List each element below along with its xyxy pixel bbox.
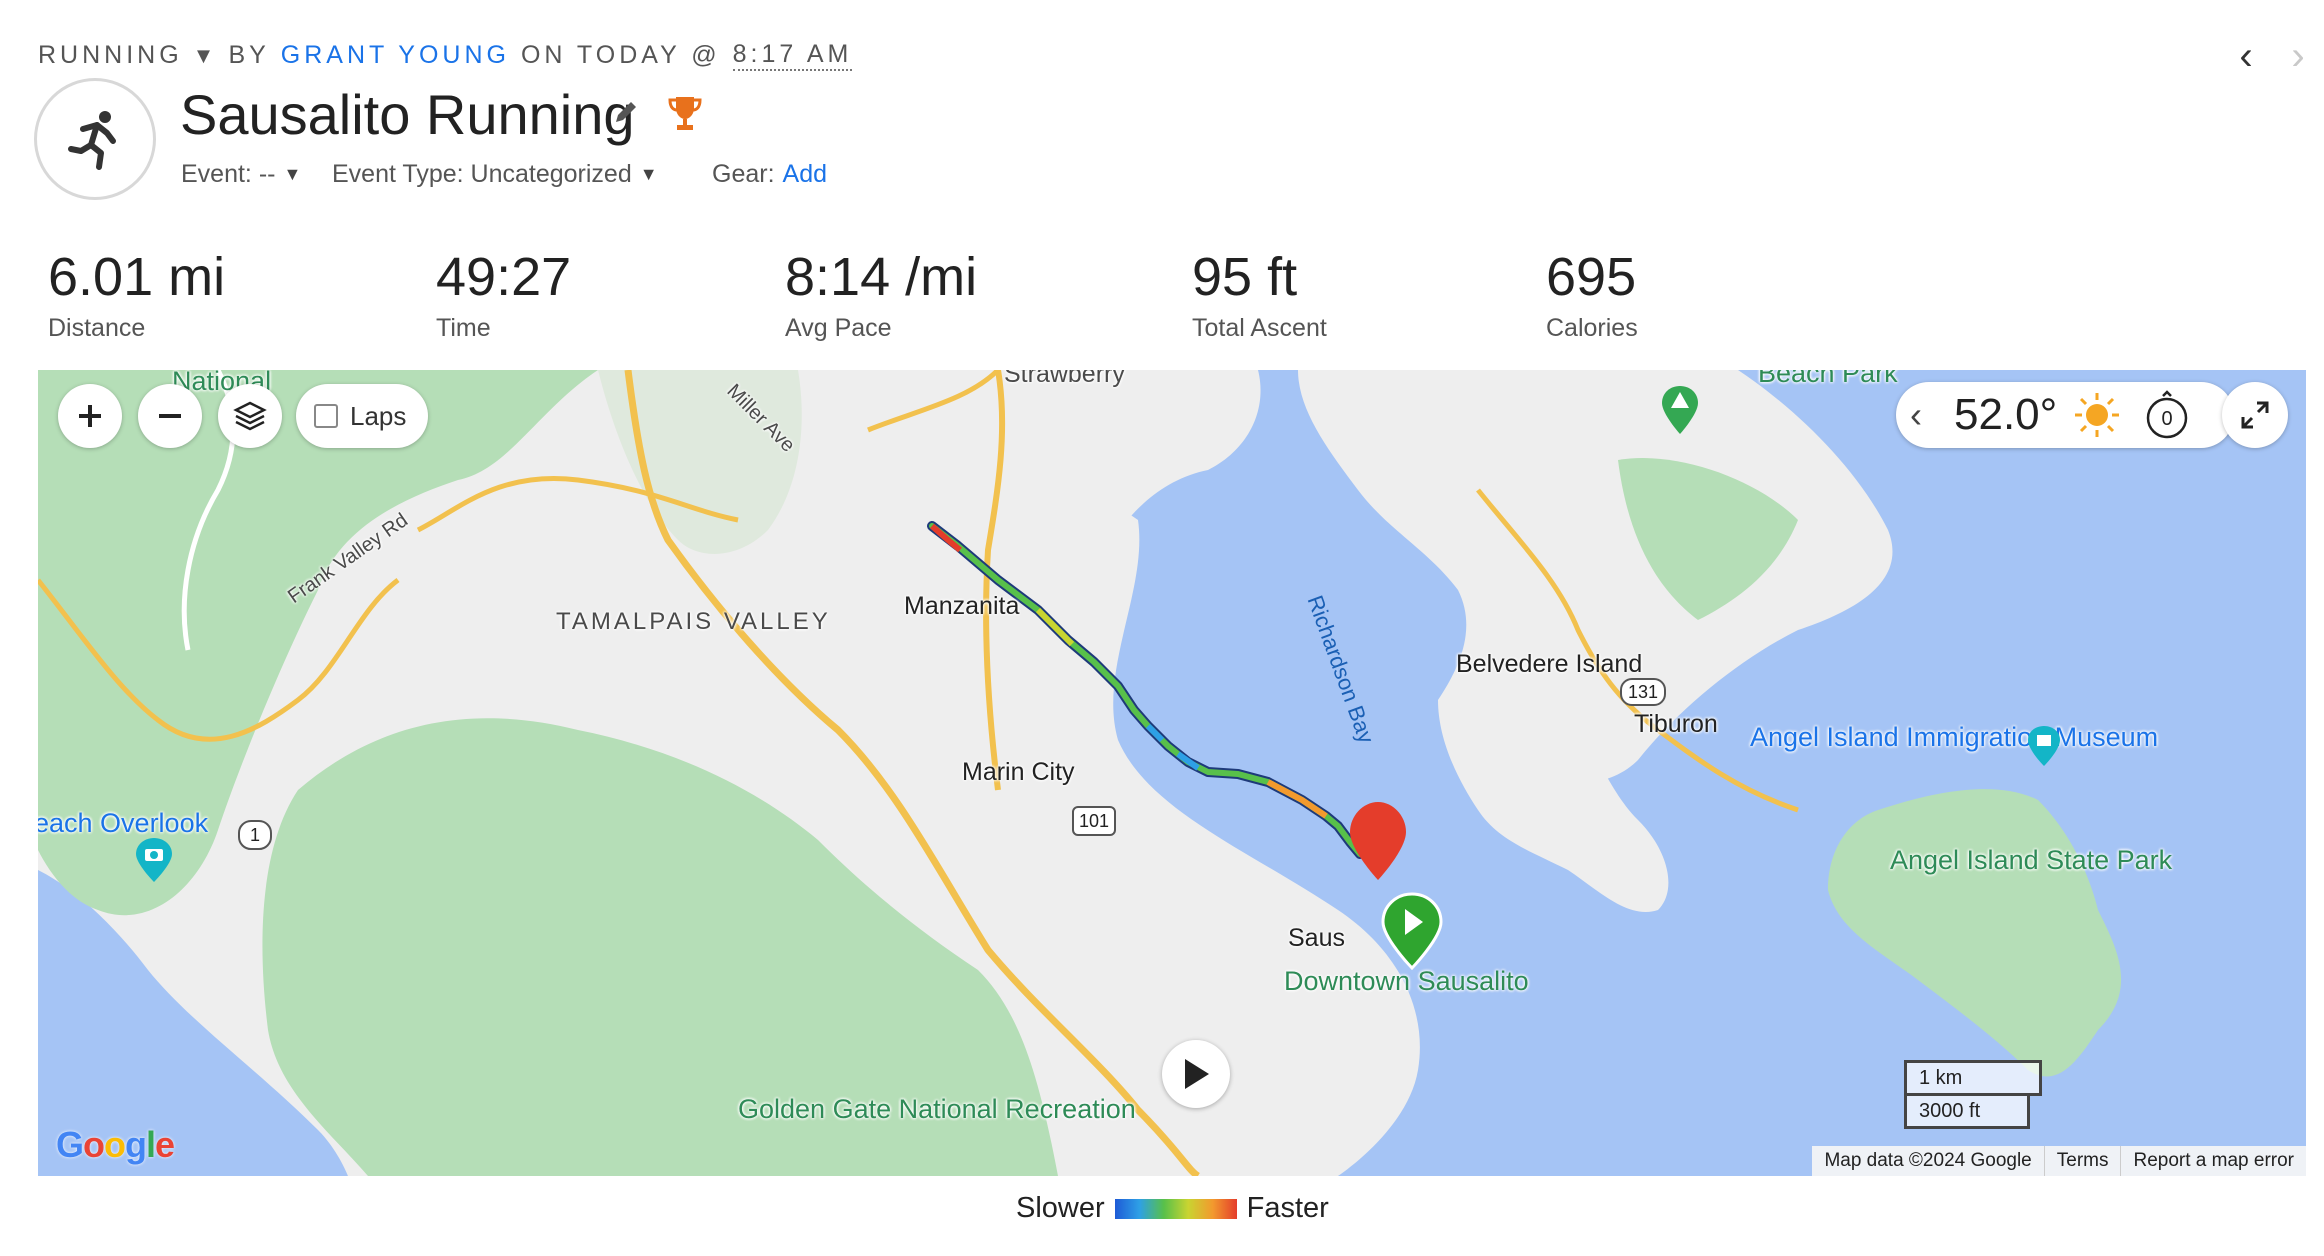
map-attribution: Map data ©2024 Google Terms Report a map… — [1812, 1146, 2306, 1176]
trophy-icon[interactable] — [668, 94, 702, 137]
legend-faster: Faster — [1246, 1192, 1329, 1224]
stat-avg-pace: 8:14 /mi Avg Pace — [785, 250, 977, 343]
gear-label: Gear: — [712, 160, 775, 188]
park-pin-icon[interactable] — [1660, 384, 1700, 441]
fullscreen-button[interactable] — [2222, 382, 2288, 448]
play-route-button[interactable] — [1162, 1040, 1230, 1108]
map-label-belvedere-island: Belvedere Island — [1456, 650, 1643, 678]
map-label-marin-city: Marin City — [962, 758, 1075, 786]
stat-value: 49:27 — [436, 247, 572, 307]
report-map-error-link[interactable]: Report a map error — [2120, 1146, 2306, 1176]
weather-widget[interactable]: ‹ 52.0° 0 — [1896, 382, 2234, 448]
stat-distance: 6.01 mi Distance — [48, 250, 225, 343]
viewpoint-pin-icon[interactable] — [134, 836, 174, 889]
stat-calories: 695 Calories — [1546, 250, 1638, 343]
scale-imperial: 3000 ft — [1904, 1096, 2030, 1129]
route-131-shield: 131 — [1620, 678, 1666, 706]
event-type-dropdown[interactable]: Event Type: Uncategorized ▼ — [332, 160, 658, 189]
activity-breadcrumb: RUNNING ▼ BY GRANT YOUNG ON TODAY @ 8:17… — [38, 40, 853, 71]
activity-time[interactable]: 8:17 AM — [732, 40, 853, 71]
map-label-golden-gate: Golden Gate National Recreation — [738, 1094, 1136, 1124]
pace-legend: Slower Faster — [1016, 1192, 1329, 1225]
map-terms-link[interactable]: Terms — [2043, 1146, 2121, 1176]
play-icon — [1185, 1059, 1209, 1089]
plus-icon — [79, 405, 101, 427]
pace-gradient-bar — [1114, 1198, 1237, 1219]
stat-value: 95 ft — [1192, 247, 1298, 307]
zoom-out-button[interactable] — [138, 384, 202, 448]
google-logo[interactable]: Google — [56, 1124, 175, 1166]
stat-label: Distance — [48, 314, 146, 342]
stat-value: 6.01 mi — [48, 247, 226, 307]
map-label-beach-park: Beach Park — [1758, 370, 1898, 388]
stat-label: Avg Pace — [785, 314, 892, 342]
on-label: ON TODAY @ — [520, 41, 721, 69]
zoom-in-button[interactable] — [58, 384, 122, 448]
previous-activity-icon[interactable]: ‹ — [2226, 36, 2266, 76]
minus-icon — [159, 414, 181, 418]
layers-icon — [233, 401, 267, 431]
sun-icon — [2075, 393, 2120, 437]
map-label-angel-island-park: Angel Island State Park — [1890, 845, 2173, 875]
author-link[interactable]: GRANT YOUNG — [281, 41, 510, 70]
temperature: 52.0° — [1954, 390, 2058, 439]
map-data-attribution[interactable]: Map data ©2024 Google — [1812, 1146, 2043, 1176]
activity-title: Sausalito Running — [180, 83, 635, 146]
gear-field: Gear: Add — [712, 160, 827, 189]
map-label-strawberry: Strawberry — [1004, 370, 1125, 388]
weather-collapse-chevron-icon[interactable]: ‹ — [1910, 394, 1934, 436]
event-type-label: Event Type: Uncategorized — [332, 160, 632, 188]
event-dropdown[interactable]: Event: -- ▼ — [181, 160, 301, 189]
next-activity-icon[interactable]: › — [2278, 36, 2318, 76]
stat-label: Time — [436, 314, 491, 342]
map-label-tamalpais-valley: TAMALPAIS VALLEY — [556, 608, 831, 635]
edit-title-pencil-icon[interactable] — [612, 98, 640, 131]
svg-text:0: 0 — [2162, 408, 2173, 430]
map-label-tiburon: Tiburon — [1634, 710, 1718, 738]
map-label-downtown-sausalito: Downtown Sausalito — [1284, 966, 1529, 996]
map-label-sausalito: Saus — [1288, 924, 1345, 952]
laps-checkbox[interactable] — [314, 404, 338, 428]
map-scale: 1 km 3000 ft — [1904, 1060, 2042, 1129]
event-label: Event: -- — [181, 160, 276, 188]
museum-pin-icon[interactable] — [2026, 724, 2062, 773]
stat-label: Calories — [1546, 314, 1638, 342]
event-type-dropdown-icon: ▼ — [639, 164, 658, 184]
route-1-shield: 1 — [238, 820, 272, 850]
stat-label: Total Ascent — [1192, 314, 1327, 342]
stat-time: 49:27 Time — [436, 250, 571, 343]
map-label-manzanita: Manzanita — [904, 592, 1020, 620]
running-activity-icon — [34, 78, 156, 200]
stat-total-ascent: 95 ft Total Ascent — [1192, 250, 1327, 343]
event-dropdown-icon: ▼ — [283, 164, 302, 184]
by-label: BY — [228, 41, 270, 69]
add-gear-link[interactable]: Add — [783, 160, 827, 189]
route-101-shield: 101 — [1072, 806, 1116, 836]
stat-value: 8:14 /mi — [785, 247, 978, 307]
route-map[interactable]: Strawberry Beach Park Miller Ave Frank V… — [38, 370, 2306, 1176]
scale-metric: 1 km — [1904, 1060, 2042, 1096]
map-label-angel-island-museum: Angel Island Immigration Museum — [1750, 722, 2159, 752]
legend-slower: Slower — [1016, 1192, 1105, 1224]
expand-icon — [2241, 401, 2269, 429]
laps-label: Laps — [350, 400, 407, 431]
activity-type-dropdown-icon[interactable]: ▼ — [193, 43, 215, 69]
map-label-beach-overlook: each Overlook — [38, 808, 209, 838]
activity-type-label[interactable]: RUNNING — [38, 41, 183, 70]
stat-value: 695 — [1546, 247, 1637, 307]
map-layers-button[interactable] — [218, 384, 282, 448]
laps-toggle[interactable]: Laps — [296, 384, 429, 448]
start-marker-icon[interactable] — [1381, 892, 1443, 975]
wind-gauge-icon: 0 — [2146, 390, 2188, 439]
